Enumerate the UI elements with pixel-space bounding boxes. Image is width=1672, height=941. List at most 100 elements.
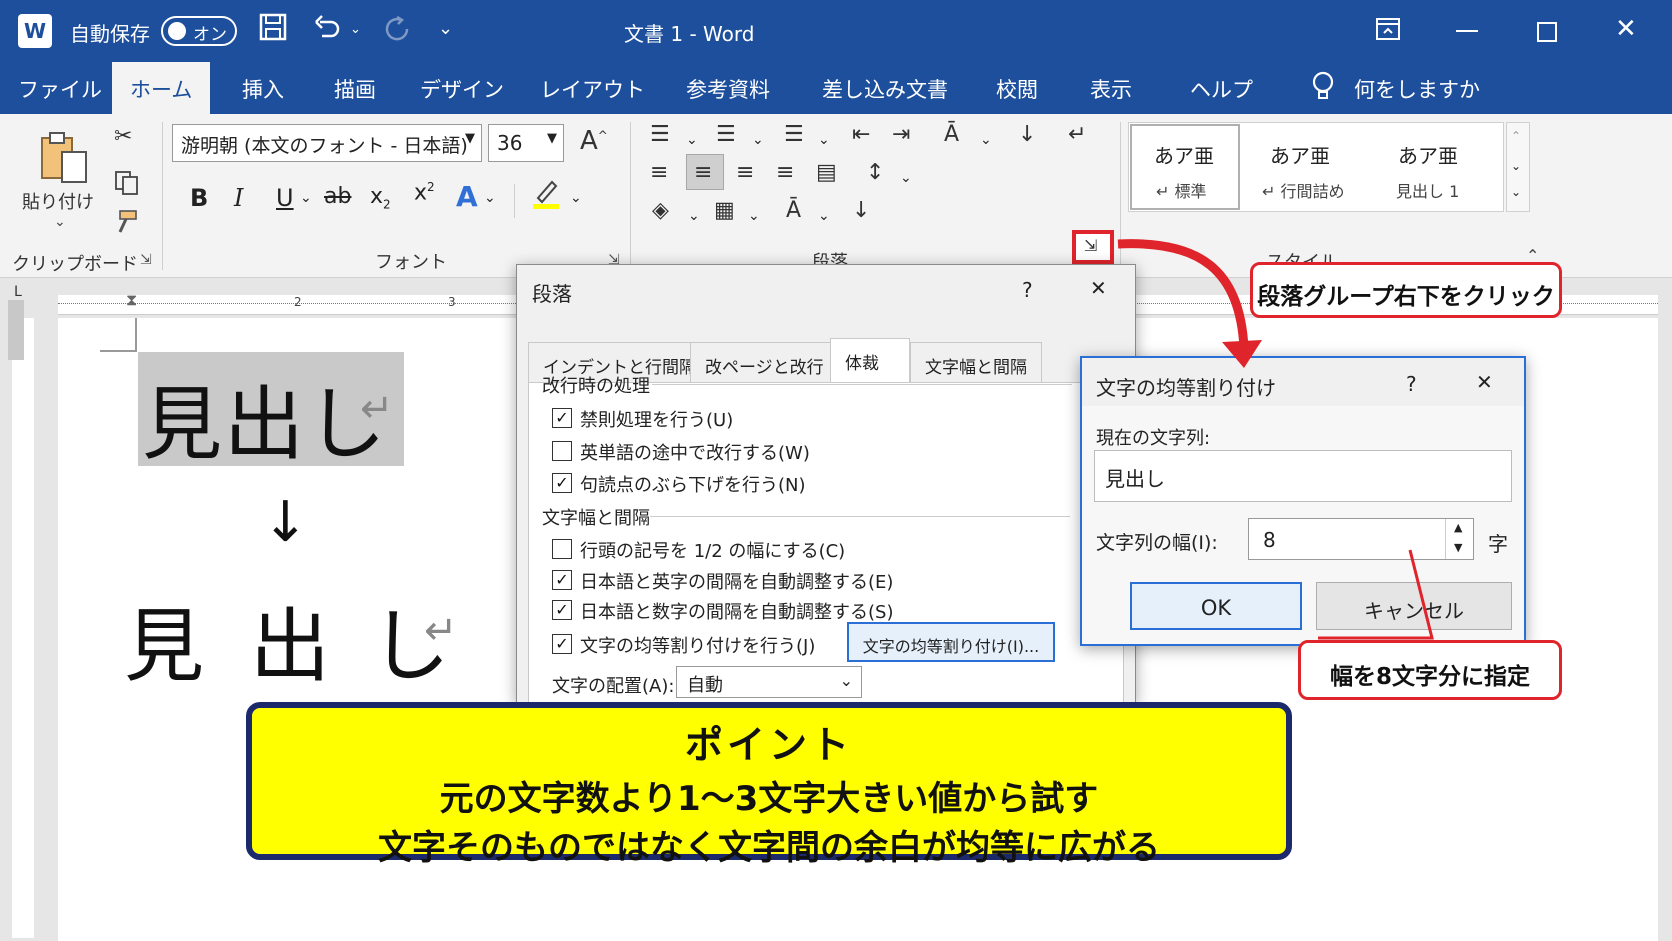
redo-icon[interactable] [383, 14, 413, 48]
borders-icon[interactable]: ▦ [714, 198, 735, 223]
clipboard-launcher-icon[interactable]: ⇲ [140, 252, 152, 268]
tab-help[interactable]: ヘルプ [1190, 74, 1253, 104]
multilevel-list-icon[interactable]: ☰ [784, 122, 804, 147]
bullets-dropdown-icon[interactable]: ⌄ [686, 132, 698, 148]
highlight-dropdown-icon[interactable]: ⌄ [570, 190, 582, 206]
close-icon[interactable]: ✕ [1090, 276, 1107, 300]
tab-page-breaks[interactable]: 改ページと改行 [690, 342, 839, 382]
indent-marker[interactable]: ⧗ [126, 290, 137, 310]
lightbulb-icon[interactable] [1310, 70, 1336, 108]
minimize-icon[interactable] [1456, 30, 1478, 32]
distribute-text-button[interactable]: 文字の均等割り付け(I)... [847, 622, 1055, 662]
checkbox-half-width[interactable] [552, 539, 572, 559]
tab-typography[interactable]: 体裁 [830, 338, 910, 382]
close-icon[interactable]: ✕ [1615, 14, 1637, 44]
line-spacing-icon[interactable]: ↕ [866, 160, 884, 185]
format-painter-icon[interactable] [112, 208, 140, 240]
style-preview[interactable]: あア亜 [1270, 140, 1330, 169]
ribbon-display-icon[interactable] [1374, 16, 1402, 46]
numbering-icon[interactable]: ☰ [716, 122, 736, 147]
underline-dropdown-icon[interactable]: ⌄ [300, 190, 312, 206]
numbering-dropdown-icon[interactable]: ⌄ [752, 132, 764, 148]
align-right-icon[interactable]: ≡ [736, 160, 754, 185]
tab-char-spacing[interactable]: 文字幅と間隔 [910, 342, 1042, 382]
chevron-down-icon: ⌄ [839, 671, 853, 690]
customize-qat-icon[interactable]: ⌄ [438, 18, 453, 39]
scroll-down-icon[interactable]: ⌄ [1511, 159, 1521, 173]
checkbox-jp-alpha[interactable]: ✓ [552, 570, 572, 590]
tab-design[interactable]: デザイン [420, 74, 504, 104]
tab-draw[interactable]: 描画 [334, 74, 376, 104]
text-effects-icon[interactable]: A [456, 180, 478, 213]
copy-icon[interactable] [114, 170, 140, 200]
font-name-combo[interactable]: 游明朝 (本文のフォント - 日本語) ▼ [172, 124, 482, 162]
paragraph-launcher-button[interactable]: ⇲ [1072, 230, 1114, 264]
borders-dropdown-icon[interactable]: ⌄ [748, 208, 760, 224]
subscript-icon[interactable]: x2 [370, 184, 391, 211]
tab-view[interactable]: 表示 [1090, 74, 1132, 104]
help-icon[interactable]: ? [1022, 278, 1033, 302]
tab-mailings[interactable]: 差し込み文書 [822, 74, 948, 104]
heading-after-char[interactable]: 出 [250, 582, 330, 698]
superscript-icon[interactable]: x2 [414, 180, 435, 205]
checkbox-distribute[interactable]: ✓ [552, 634, 572, 654]
sort-az-icon[interactable]: ↓ [852, 198, 870, 223]
autosave-toggle[interactable]: オン [161, 16, 237, 46]
decrease-indent-icon[interactable]: ⇤ [852, 122, 870, 147]
shading-icon[interactable]: ◈ [652, 198, 669, 223]
justify-icon[interactable]: ≡ [776, 160, 794, 185]
multilevel-dropdown-icon[interactable]: ⌄ [818, 132, 830, 148]
tab-insert[interactable]: 挿入 [242, 74, 284, 104]
sort-icon[interactable]: ↓ [1018, 122, 1036, 147]
paste-icon[interactable] [38, 130, 90, 188]
divider [514, 184, 515, 218]
style-name[interactable]: ↵ 行間詰め [1262, 178, 1345, 202]
checkbox-hanging-punct[interactable]: ✓ [552, 473, 572, 493]
tab-layout[interactable]: レイアウト [540, 74, 645, 104]
char-spacing-icon[interactable]: Ā [786, 198, 801, 223]
align-left-icon[interactable]: ≡ [650, 160, 668, 185]
heading-after-char[interactable]: 見 [124, 582, 204, 698]
cut-icon[interactable]: ✂ [114, 124, 132, 149]
option-label: 日本語と英字の間隔を自動調整する(E) [580, 572, 894, 593]
style-preview[interactable]: あア亜 [1398, 140, 1458, 169]
asian-layout-dropdown-icon[interactable]: ⌄ [980, 132, 992, 148]
highlight-icon[interactable] [530, 176, 564, 214]
strikethrough-icon[interactable]: ab [324, 184, 351, 209]
styles-scroll[interactable]: ⌃ ⌄ ⌄ [1506, 122, 1530, 212]
tab-review[interactable]: 校閲 [996, 74, 1038, 104]
italic-icon[interactable]: I [234, 184, 243, 212]
line-spacing-dropdown-icon[interactable]: ⌄ [900, 170, 912, 186]
bold-icon[interactable]: B [190, 184, 208, 212]
increase-indent-icon[interactable]: ⇥ [892, 122, 910, 147]
text-align-select[interactable]: 自動 ⌄ [676, 666, 862, 698]
bullets-icon[interactable]: ☰ [650, 122, 670, 147]
heading-before[interactable]: 見出し [142, 360, 388, 476]
more-styles-icon[interactable]: ⌄ [1511, 185, 1521, 199]
tab-file[interactable]: ファイル [18, 74, 102, 104]
text-effects-dropdown-icon[interactable]: ⌄ [484, 190, 496, 206]
show-marks-icon[interactable]: ↵ [1068, 122, 1086, 147]
paste-dropdown-icon[interactable]: ⌄ [54, 214, 66, 230]
paste-label[interactable]: 貼り付け [22, 188, 94, 214]
save-icon[interactable] [258, 12, 288, 49]
undo-dropdown-icon[interactable]: ⌄ [350, 22, 361, 37]
asian-layout-icon[interactable]: Ā [944, 122, 959, 147]
tab-references[interactable]: 参考資料 [686, 74, 770, 104]
tab-home[interactable]: ホーム [112, 62, 211, 114]
distributed-icon[interactable]: ▤ [816, 160, 837, 185]
underline-icon[interactable]: U [276, 184, 294, 212]
scroll-up-icon[interactable]: ⌃ [1511, 129, 1521, 143]
undo-icon[interactable] [312, 12, 342, 49]
tell-me-search[interactable]: 何をしますか [1354, 74, 1480, 104]
tab-selector-icon[interactable]: L [14, 284, 22, 300]
style-name[interactable]: 見出し 1 [1396, 178, 1459, 202]
grow-font-icon[interactable]: A^ [580, 126, 608, 156]
maximize-icon[interactable] [1537, 22, 1557, 42]
checkbox-jp-numeric[interactable]: ✓ [552, 600, 572, 620]
checkbox-kinsoku[interactable]: ✓ [552, 408, 572, 428]
font-size-combo[interactable]: 36 ▼ [488, 124, 564, 162]
char-spacing-dropdown-icon[interactable]: ⌄ [818, 208, 830, 224]
checkbox-word-wrap[interactable] [552, 441, 572, 461]
shading-dropdown-icon[interactable]: ⌄ [688, 208, 700, 224]
